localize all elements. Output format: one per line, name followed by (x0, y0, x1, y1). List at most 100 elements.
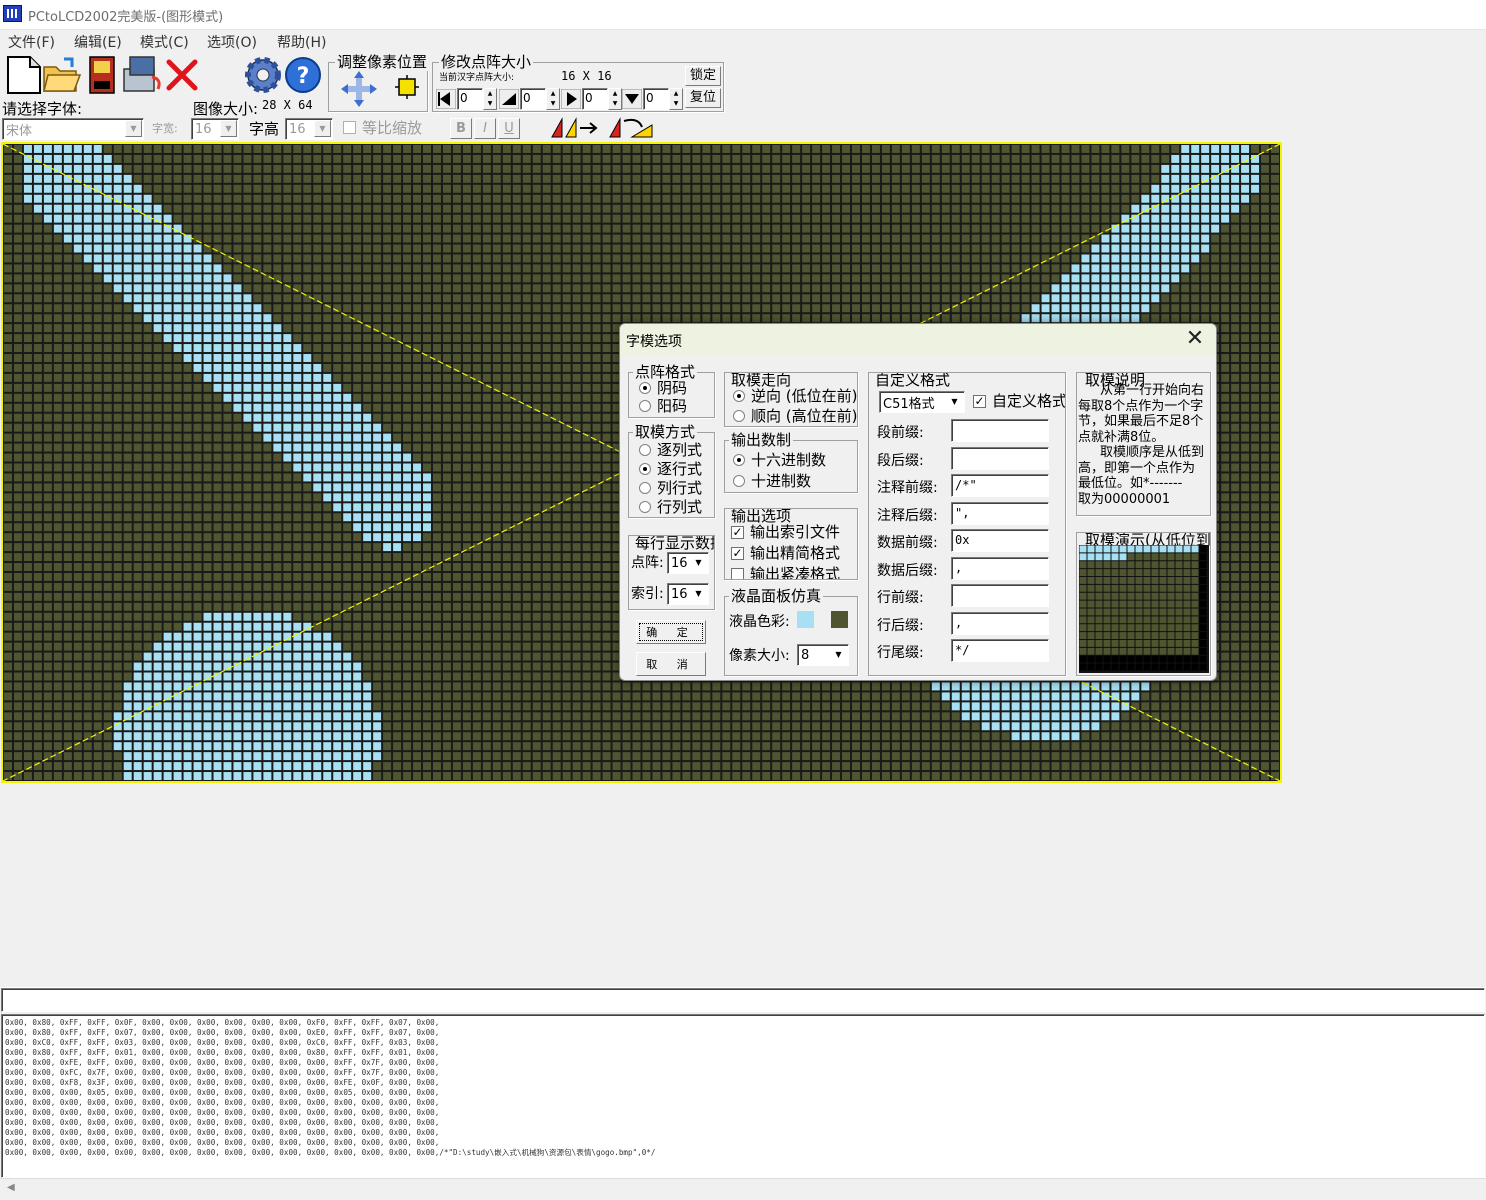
lcd-pixel[interactable] (1261, 383, 1270, 392)
lcd-pixel[interactable] (233, 304, 242, 313)
lcd-pixel[interactable] (652, 254, 661, 263)
lcd-pixel[interactable] (832, 284, 841, 293)
lcd-pixel[interactable] (871, 254, 880, 263)
lcd-pixel[interactable] (403, 184, 412, 193)
lcd-pixel[interactable] (1131, 194, 1140, 203)
lcd-pixel[interactable] (383, 164, 392, 173)
lcd-pixel[interactable] (63, 324, 72, 333)
lcd-pixel[interactable] (293, 174, 302, 183)
lcd-pixel[interactable] (1191, 154, 1200, 163)
lcd-pixel[interactable] (592, 383, 601, 392)
lcd-pixel[interactable] (53, 513, 62, 522)
lcd-pixel[interactable] (1231, 513, 1240, 522)
lcd-pixel[interactable] (263, 304, 272, 313)
lcd-pixel[interactable] (432, 473, 441, 482)
lcd-pixel[interactable] (323, 244, 332, 253)
lcd-pixel[interactable] (931, 214, 940, 223)
lcd-pixel[interactable] (13, 523, 22, 532)
lcd-pixel[interactable] (103, 284, 112, 293)
lcd-pixel[interactable] (193, 513, 202, 522)
lcd-pixel[interactable] (532, 423, 541, 432)
lcd-pixel[interactable] (592, 304, 601, 313)
lcd-pixel[interactable] (1151, 234, 1160, 243)
lcd-pixel[interactable] (123, 334, 132, 343)
lcd-pixel[interactable] (393, 194, 402, 203)
lcd-pixel[interactable] (1271, 314, 1279, 323)
lcd-pixel[interactable] (452, 274, 461, 283)
lcd-pixel[interactable] (343, 363, 352, 372)
lcd-pixel[interactable] (802, 204, 811, 213)
lcd-pixel[interactable] (572, 363, 581, 372)
lcd-pixel[interactable] (353, 503, 362, 512)
lcd-pixel[interactable] (243, 284, 252, 293)
lcd-pixel[interactable] (323, 383, 332, 392)
lcd-pixel[interactable] (572, 194, 581, 203)
lcd-pixel[interactable] (462, 264, 471, 273)
lcd-pixel[interactable] (582, 145, 591, 153)
lcd-pixel[interactable] (193, 473, 202, 482)
lcd-pixel[interactable] (323, 254, 332, 263)
lcd-pixel[interactable] (792, 274, 801, 283)
lcd-pixel[interactable] (233, 443, 242, 452)
lcd-pixel[interactable] (492, 264, 501, 273)
lcd-pixel[interactable] (33, 453, 42, 462)
lcd-pixel[interactable] (1031, 184, 1040, 193)
lcd-pixel[interactable] (1061, 304, 1070, 313)
lcd-pixel[interactable] (632, 254, 641, 263)
lcd-pixel[interactable] (542, 443, 551, 452)
lcd-pixel[interactable] (632, 164, 641, 173)
lcd-pixel[interactable] (1211, 164, 1220, 173)
lcd-pixel[interactable] (13, 413, 22, 422)
lcd-pixel[interactable] (403, 513, 412, 522)
lcd-pixel[interactable] (233, 174, 242, 183)
lcd-pixel[interactable] (682, 224, 691, 233)
lcd-pixel[interactable] (1041, 314, 1050, 323)
lcd-pixel[interactable] (133, 154, 142, 163)
lcd-pixel[interactable] (413, 214, 422, 223)
lcd-pixel[interactable] (1261, 274, 1270, 283)
lcd-pixel[interactable] (413, 373, 422, 382)
lcd-pixel[interactable] (1271, 274, 1279, 283)
lcd-pixel[interactable] (662, 314, 671, 323)
lcd-pixel[interactable] (53, 254, 62, 263)
lcd-pixel[interactable] (23, 373, 32, 382)
lcd-pixel[interactable] (802, 194, 811, 203)
lcd-pixel[interactable] (1221, 413, 1230, 422)
lcd-pixel[interactable] (602, 363, 611, 372)
lcd-pixel[interactable] (572, 314, 581, 323)
lcd-pixel[interactable] (1111, 274, 1120, 283)
lcd-pixel[interactable] (163, 164, 172, 173)
lcd-pixel[interactable] (722, 264, 731, 273)
lcd-pixel[interactable] (772, 145, 781, 153)
lcd-pixel[interactable] (472, 463, 481, 472)
lcd-pixel[interactable] (732, 154, 741, 163)
lcd-pixel[interactable] (452, 234, 461, 243)
lcd-pixel[interactable] (822, 244, 831, 253)
lcd-pixel[interactable] (193, 274, 202, 283)
lcd-pixel[interactable] (432, 244, 441, 253)
lcd-pixel[interactable] (502, 344, 511, 353)
lcd-pixel[interactable] (423, 164, 431, 173)
lcd-pixel[interactable] (722, 304, 731, 313)
lcd-pixel[interactable] (393, 284, 402, 293)
lcd-pixel[interactable] (283, 274, 292, 283)
lcd-pixel[interactable] (582, 254, 591, 263)
lcd-pixel[interactable] (981, 204, 990, 213)
lcd-pixel[interactable] (432, 403, 441, 412)
lcd-pixel[interactable] (1181, 184, 1190, 193)
lcd-pixel[interactable] (572, 164, 581, 173)
lcd-pixel[interactable] (512, 334, 521, 343)
lcd-pixel[interactable] (1221, 224, 1230, 233)
lcd-pixel[interactable] (592, 294, 601, 303)
lcd-pixel[interactable] (432, 154, 441, 163)
lcd-pixel[interactable] (452, 523, 461, 532)
lcd-pixel[interactable] (253, 204, 262, 213)
lcd-pixel[interactable] (1151, 284, 1160, 293)
lcd-pixel[interactable] (632, 194, 641, 203)
lcd-pixel[interactable] (452, 294, 461, 303)
lcd-pixel[interactable] (792, 204, 801, 213)
lcd-pixel[interactable] (1261, 164, 1270, 173)
lcd-pixel[interactable] (353, 373, 362, 382)
lcd-pixel[interactable] (233, 224, 242, 233)
lcd-pixel[interactable] (1201, 184, 1210, 193)
